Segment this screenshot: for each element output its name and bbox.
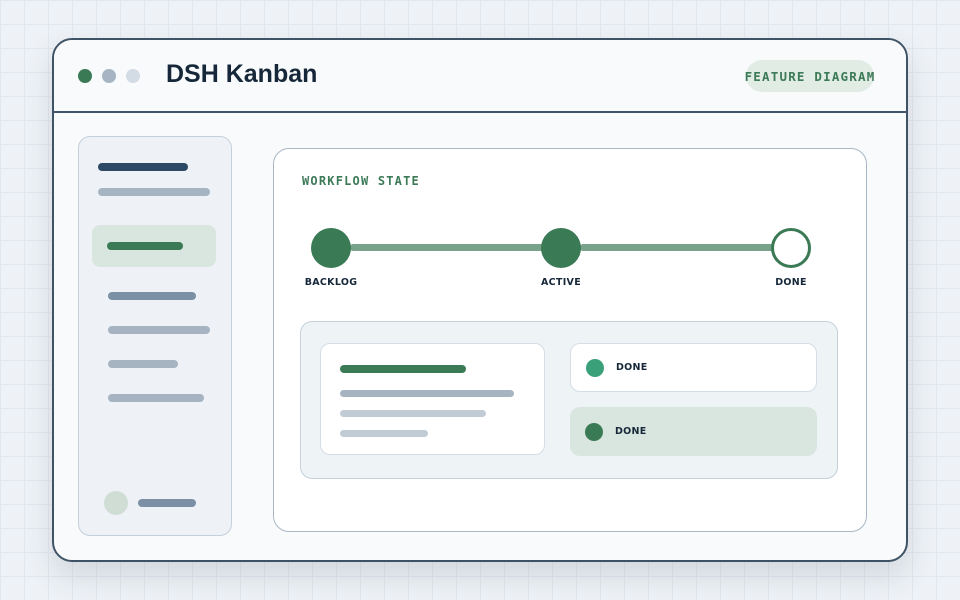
status-dot-icon [586,358,604,377]
sidebar-item-placeholder[interactable] [108,326,210,334]
step-node-done-icon[interactable] [771,228,811,268]
window-dot-light-icon[interactable] [126,69,140,83]
task-card-line-placeholder [340,390,514,397]
status-label: DONE [615,426,647,437]
avatar[interactable] [104,491,128,515]
window-dot-green-icon[interactable] [78,69,92,83]
app-title: DSH Kanban [166,60,318,88]
step-label-done: DONE [775,277,807,288]
sidebar-item-active-label-placeholder [107,242,183,250]
step-node-active-icon[interactable] [541,228,581,268]
app-window: DSH Kanban FEATURE DIAGRAM WORKFLOW STAT… [52,38,908,562]
workflow-state-label: WORKFLOW STATE [302,174,420,188]
status-label: DONE [616,362,648,373]
connector-active-done [580,244,774,251]
task-card-line-placeholder [340,410,486,417]
sidebar-item-placeholder[interactable] [108,292,196,300]
connector-backlog-active [350,244,544,251]
sidebar-item-placeholder[interactable] [108,394,204,402]
sidebar [78,136,232,536]
main-panel: WORKFLOW STATE BACKLOG ACTIVE DONE DONE … [273,148,867,532]
step-label-backlog: BACKLOG [304,277,358,288]
task-card-title-placeholder [340,365,466,373]
sidebar-subheading-placeholder [98,188,210,196]
task-card-line-placeholder [340,430,428,437]
status-dot-icon [585,422,603,441]
user-name-placeholder [138,499,196,507]
window-dot-gray-icon[interactable] [102,69,116,83]
task-board: DONE DONE [300,321,838,479]
title-bar: DSH Kanban FEATURE DIAGRAM [54,40,906,113]
feature-diagram-badge: FEATURE DIAGRAM [745,60,874,92]
status-row-done[interactable]: DONE [570,343,817,392]
sidebar-item-placeholder[interactable] [108,360,178,368]
sidebar-item-active[interactable] [92,225,216,267]
task-card[interactable] [320,343,545,455]
sidebar-heading-placeholder [98,163,188,171]
step-node-backlog-icon[interactable] [311,228,351,268]
status-row-done-selected[interactable]: DONE [570,407,817,456]
step-label-active: ACTIVE [541,277,581,288]
